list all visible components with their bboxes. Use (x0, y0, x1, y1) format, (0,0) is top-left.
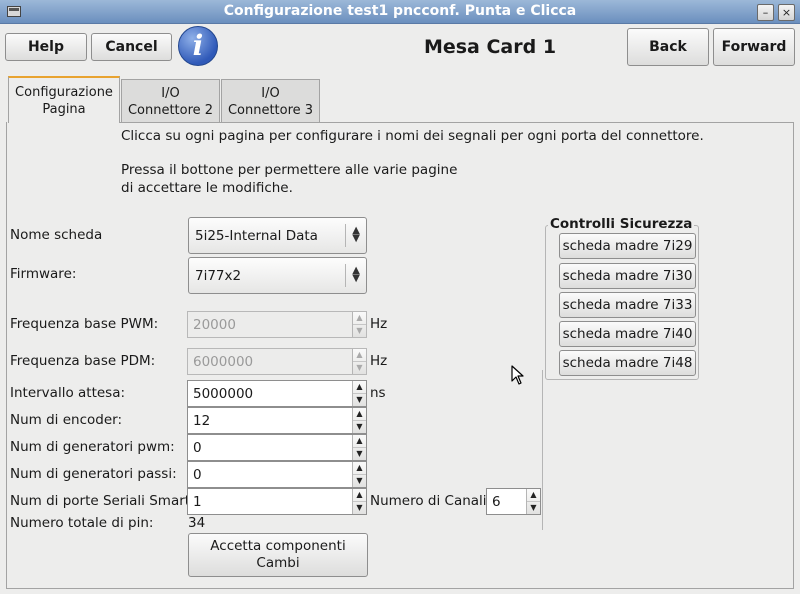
spin-up-icon[interactable]: ▲ (353, 435, 366, 448)
spin-down-icon[interactable]: ▼ (353, 421, 366, 433)
page-title: Mesa Card 1 (423, 36, 557, 58)
spin-down-icon[interactable]: ▼ (353, 448, 366, 460)
spin-down-icon[interactable]: ▼ (353, 475, 366, 487)
accept-label-line2: Cambi (256, 555, 300, 571)
back-button[interactable]: Back (627, 28, 709, 66)
pwm-base-unit: Hz (370, 316, 388, 332)
tab-configurazione-pagina[interactable]: Configurazione Pagina (8, 76, 120, 123)
tab-io-connettore-3[interactable]: I/O Connettore 3 (221, 79, 320, 122)
spin-up-icon[interactable]: ▲ (527, 489, 540, 502)
intro-text-1: Clicca su ogni pagina per configurare i … (121, 128, 704, 144)
pwm-gens-spin[interactable]: 0 ▲ ▼ (187, 434, 367, 461)
board-name-label: Nome scheda (10, 227, 103, 243)
info-icon: i (178, 26, 218, 66)
channels-label: Numero di Canali: (370, 493, 492, 509)
smart-serial-spin[interactable]: 1 ▲ ▼ (187, 488, 367, 515)
accept-label-line1: Accetta componenti (210, 538, 346, 554)
intro-text-3: di accettare le modifiche. (121, 180, 293, 196)
vertical-separator (542, 370, 543, 530)
spin-down-icon[interactable]: ▼ (527, 502, 540, 514)
watchdog-spin[interactable]: 5000000 ▲ ▼ (187, 380, 367, 407)
tab-label-line1: I/O (261, 86, 280, 101)
firmware-combo[interactable]: 7i77x2 ▲ ▼ (188, 257, 367, 294)
spin-down-icon: ▼ (356, 326, 363, 335)
pdm-base-value: 6000000 (193, 354, 254, 370)
spin-up-icon[interactable]: ▲ (353, 381, 366, 394)
safety-button-7i29[interactable]: scheda madre 7i29 (559, 233, 696, 259)
pwm-base-spin: 20000 ▲ ▼ (187, 311, 367, 338)
encoders-value: 12 (193, 413, 211, 429)
spin-down-icon[interactable]: ▼ (353, 502, 366, 514)
tab-label-line1: Configurazione (15, 85, 113, 100)
cancel-button[interactable]: Cancel (91, 33, 172, 61)
pwm-gens-label: Num di generatori pwm: (10, 439, 175, 455)
spin-up-icon: ▲ (353, 312, 366, 325)
firmware-value: 7i77x2 (195, 268, 242, 284)
close-icon[interactable]: × (778, 4, 795, 21)
watchdog-unit: ns (370, 385, 386, 401)
encoders-spin[interactable]: 12 ▲ ▼ (187, 407, 367, 434)
accept-changes-button[interactable]: Accetta componenti Cambi (188, 533, 368, 577)
pwm-base-label: Frequenza base PWM: (10, 316, 159, 332)
watchdog-value: 5000000 (193, 386, 254, 402)
tab-label-line2: Pagina (42, 102, 86, 117)
tab-label-line2: Connettore 3 (227, 103, 314, 118)
safety-button-7i33[interactable]: scheda madre 7i33 (559, 292, 696, 318)
safety-button-7i30[interactable]: scheda madre 7i30 (559, 263, 696, 289)
step-gens-spin[interactable]: 0 ▲ ▼ (187, 461, 367, 488)
spin-up-icon[interactable]: ▲ (353, 408, 366, 421)
window-title: Configurazione test1 pncconf. Punta e Cl… (223, 3, 577, 19)
pdm-base-label: Frequenza base PDM: (10, 353, 156, 369)
channels-spin[interactable]: 6 ▲ ▼ (486, 488, 541, 515)
board-name-combo[interactable]: 5i25-Internal Data ▲ ▼ (188, 217, 367, 254)
title-bar: Configurazione test1 pncconf. Punta e Cl… (0, 0, 800, 24)
combo-arrows-icon: ▲ ▼ (352, 225, 360, 244)
mouse-cursor-icon (511, 365, 524, 385)
encoders-label: Num di encoder: (10, 412, 122, 428)
watchdog-label: Intervallo attesa: (10, 385, 126, 401)
safety-button-7i40[interactable]: scheda madre 7i40 (559, 321, 696, 347)
tab-label-line1: I/O (161, 86, 180, 101)
pdm-base-unit: Hz (370, 353, 388, 369)
forward-button[interactable]: Forward (713, 28, 795, 66)
combo-separator (345, 264, 346, 287)
spin-down-icon: ▼ (356, 363, 363, 372)
combo-separator (345, 224, 346, 247)
channels-value: 6 (492, 494, 501, 510)
pwm-base-value: 20000 (193, 317, 236, 333)
combo-arrows-icon: ▲ ▼ (352, 265, 360, 284)
total-pins-value: 34 (188, 515, 206, 531)
spin-up-icon[interactable]: ▲ (353, 489, 366, 502)
spin-up-icon[interactable]: ▲ (353, 462, 366, 475)
spin-up-icon: ▲ (353, 349, 366, 362)
board-name-value: 5i25-Internal Data (195, 228, 318, 244)
smart-serial-value: 1 (193, 494, 202, 510)
pwm-gens-value: 0 (193, 440, 202, 456)
firmware-label: Firmware: (10, 266, 77, 282)
total-pins-label: Numero totale di pin: (10, 515, 154, 531)
safety-title: Controlli Sicurezza (548, 216, 695, 232)
step-gens-label: Num di generatori passi: (10, 466, 177, 482)
tab-label-line2: Connettore 2 (127, 103, 214, 118)
pdm-base-spin: 6000000 ▲ ▼ (187, 348, 367, 375)
safety-button-7i48[interactable]: scheda madre 7i48 (559, 350, 696, 376)
tab-io-connettore-2[interactable]: I/O Connettore 2 (121, 79, 220, 122)
spin-down-icon[interactable]: ▼ (353, 394, 366, 406)
help-button[interactable]: Help (5, 33, 87, 61)
step-gens-value: 0 (193, 467, 202, 483)
smart-serial-label: Num di porte Seriali Smart: (10, 493, 195, 509)
intro-text-2: Pressa il bottone per permettere alle va… (121, 162, 458, 178)
minimize-icon[interactable]: – (757, 4, 774, 21)
